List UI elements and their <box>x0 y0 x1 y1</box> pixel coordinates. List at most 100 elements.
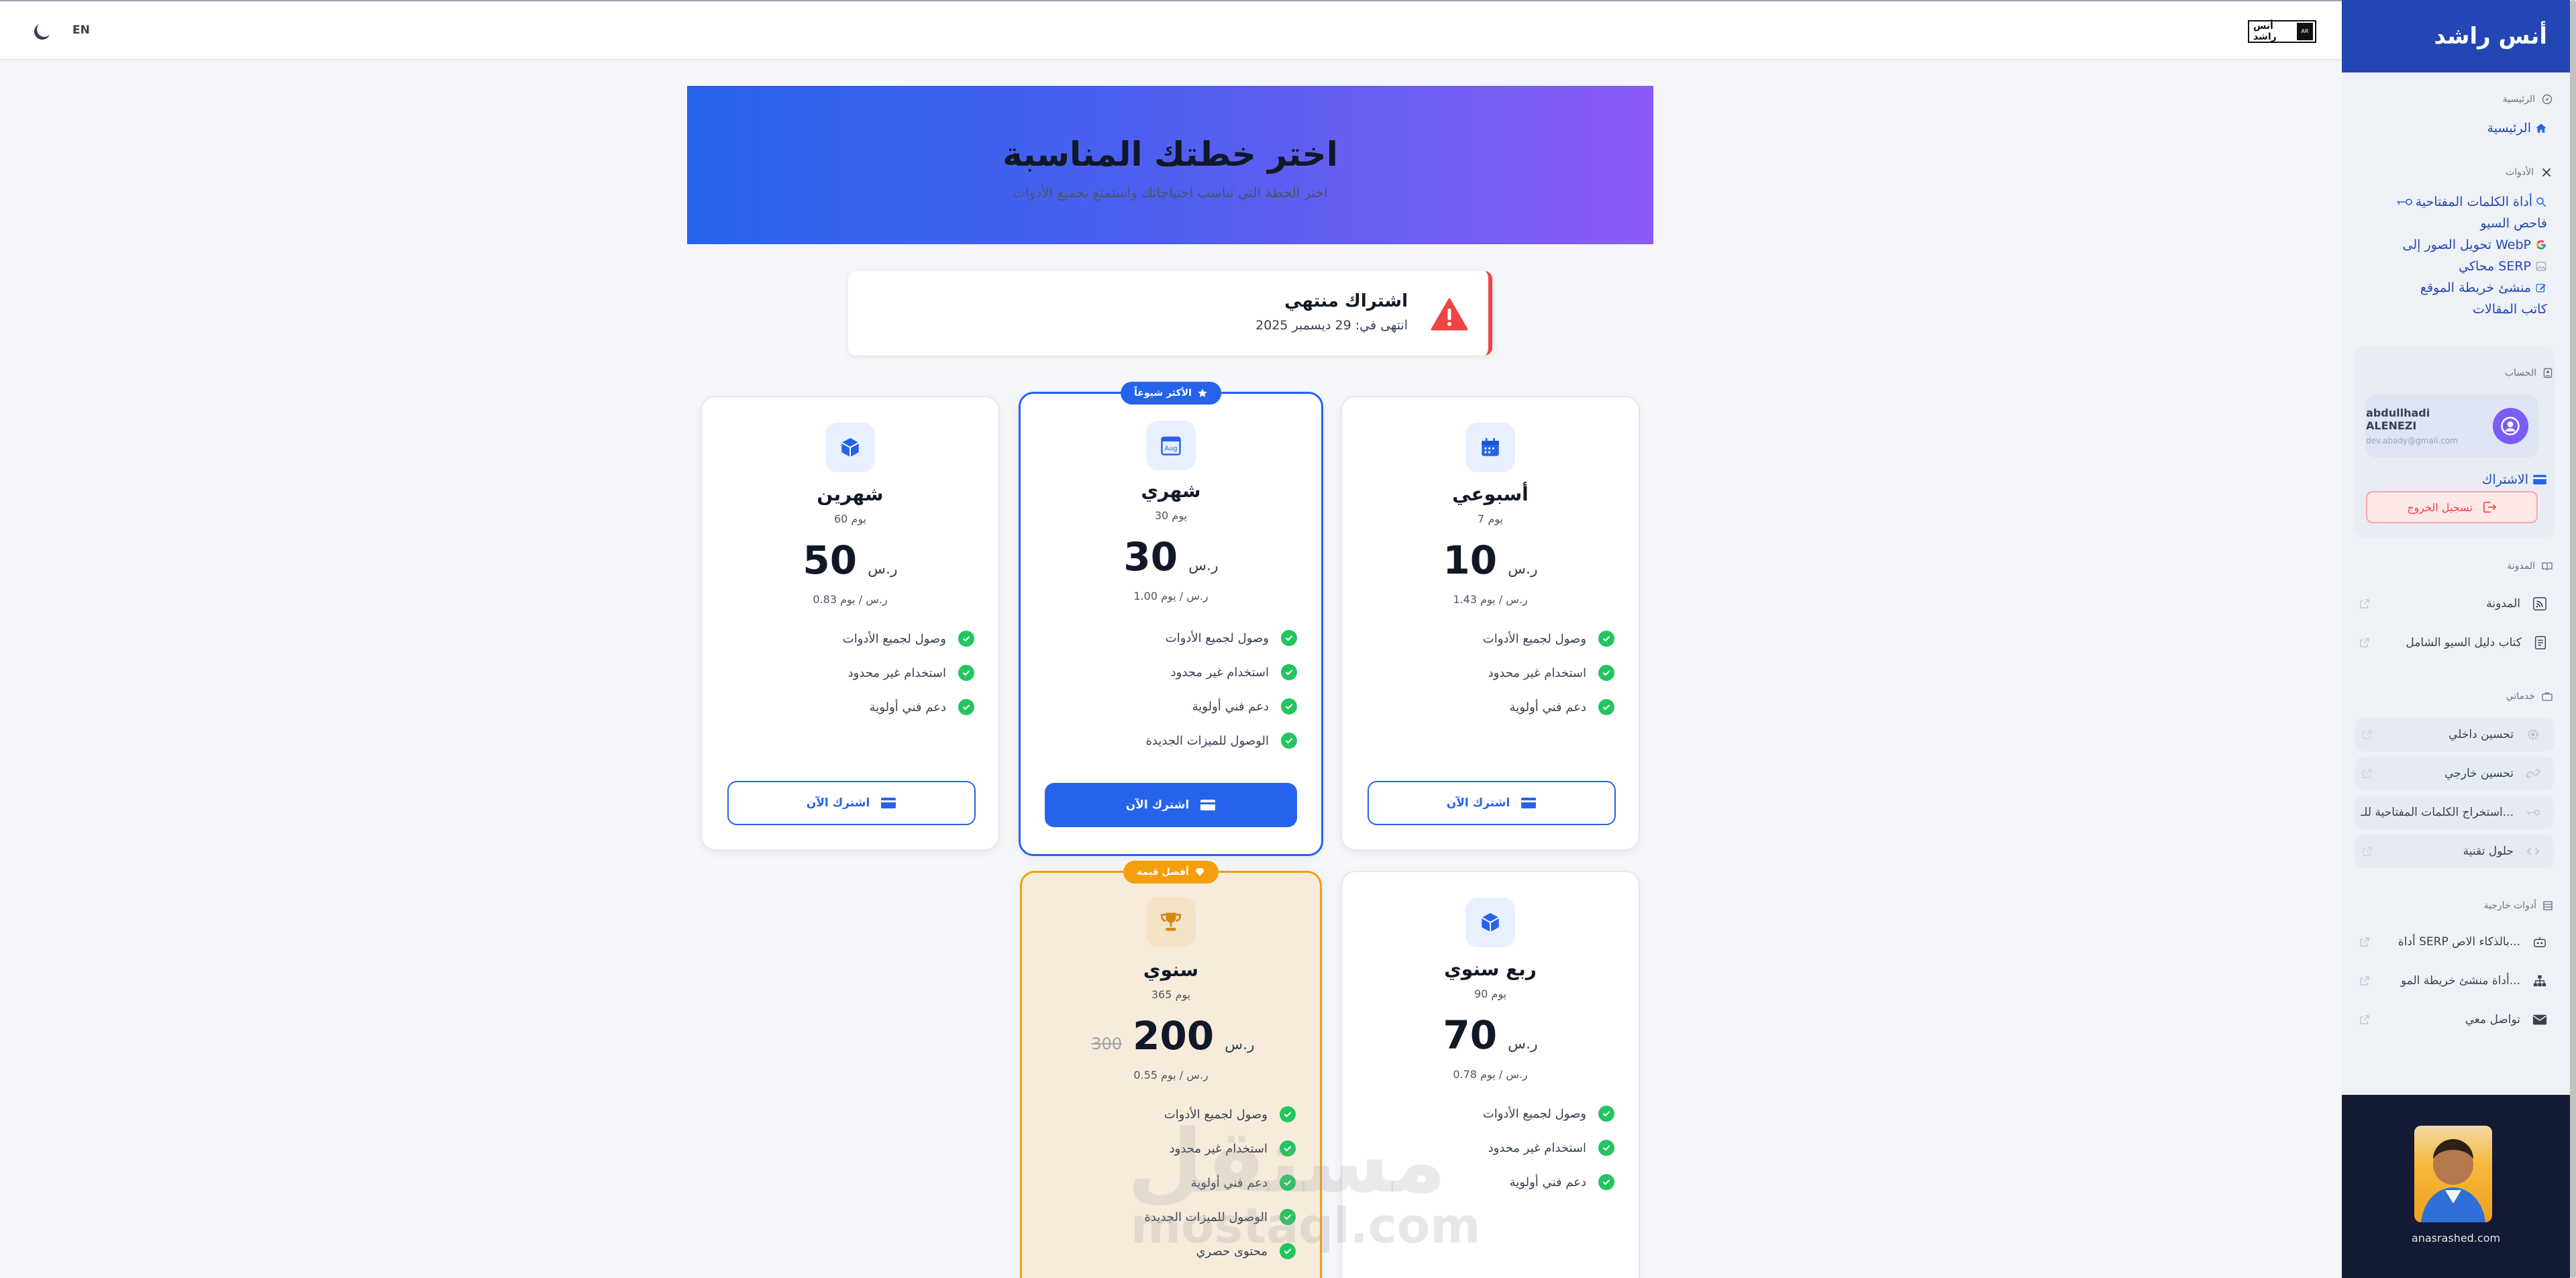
language-switch[interactable]: EN <box>72 23 90 37</box>
check-icon <box>958 665 974 681</box>
currency: ر.س <box>1225 1036 1255 1053</box>
plan-duration: 30 يوم <box>1154 509 1188 522</box>
feature-item: دعم فني أولوية <box>1510 699 1614 715</box>
plan-price: 50 ر.س <box>702 541 998 580</box>
link-icon <box>2526 769 2540 778</box>
check-icon <box>1281 733 1297 749</box>
page-title: اختر خطتك المناسبة <box>1002 135 1338 174</box>
price-value: 200 <box>1133 1013 1215 1059</box>
credit-card-icon <box>1521 798 1537 808</box>
scrollbar-thumb[interactable] <box>2570 0 2576 1278</box>
plan-card-monthly: الأكثر شيوعاً Aug شهري 30 يوم 30 ر.س 1.0… <box>1019 382 1323 856</box>
check-icon <box>1281 630 1297 646</box>
close-icon <box>2542 168 2551 177</box>
watermark-domain: mostaql.com <box>1131 1197 1481 1254</box>
external-link-icon <box>2360 976 2369 986</box>
briefcase-icon <box>2542 692 2553 701</box>
service-item-offpage[interactable]: تحسين خارجي <box>2355 757 2554 790</box>
sidebar-item-blog[interactable]: المدونة <box>2359 588 2547 620</box>
document-icon <box>2534 636 2546 649</box>
feature-item: استخدام غير محدود <box>1488 1140 1614 1156</box>
robot-icon <box>2534 937 2546 947</box>
rss-icon <box>2533 597 2546 610</box>
sidebar-item-subscription[interactable]: الاشتراك <box>2482 472 2547 487</box>
sidebar-item-seo-guide-book[interactable]: كتاب دليل السيو الشامل <box>2359 627 2547 659</box>
popular-badge: الأكثر شيوعاً <box>1121 382 1221 405</box>
edit-icon <box>2536 284 2546 292</box>
warning-icon <box>1431 298 1468 331</box>
sidebar: أنس راشد الرئيسية الرئيسية الأدوات أداة … <box>2342 0 2570 1278</box>
plan-duration: 7 يوم <box>1478 513 1503 525</box>
sidebar-item-seo-checker[interactable]: فاحص السيو <box>2481 216 2548 231</box>
author-photo[interactable] <box>2414 1126 2492 1222</box>
feature-list: وصول لجميع الأدوات استخدام غير محدود دعم… <box>843 631 974 715</box>
dark-mode-toggle-moon-icon[interactable] <box>30 20 54 44</box>
plan-card-weekly: أسبوعي 7 يوم 10 ر.س 1.43 ر.س / يوم وصول … <box>1341 396 1640 851</box>
sidebar-item-serp-simulator[interactable]: محاكي SERP <box>2459 259 2547 274</box>
sidebar-header: أنس راشد <box>2342 0 2570 72</box>
external-link-icon <box>2360 599 2369 608</box>
plan-duration: 90 يوم <box>1474 988 1507 1000</box>
credit-card-icon <box>1200 800 1216 810</box>
external-link-icon <box>2363 847 2372 856</box>
author-panel: anasrashed.com <box>2342 1095 2570 1278</box>
subscribe-button-weekly[interactable]: اشترك الآن <box>1368 781 1616 825</box>
price-value: 70 <box>1443 1012 1498 1058</box>
section-external-tools: أدوات خارجية <box>2484 900 2553 911</box>
check-icon <box>1598 699 1614 715</box>
home-icon <box>2536 123 2546 133</box>
check-icon <box>1598 1106 1614 1122</box>
user-card[interactable]: abdullhadi ALENEZI dev.abady@gmail.com <box>2366 394 2538 458</box>
service-item-technical-solutions[interactable]: حلول تقنية <box>2355 835 2554 868</box>
section-account: الحساب <box>2505 368 2553 378</box>
feature-item: دعم فني أولوية <box>1510 1174 1614 1190</box>
feature-item: استخدام غير محدود <box>848 665 974 681</box>
section-services: خدماتي <box>2506 691 2553 702</box>
subscribe-button-bimonthly[interactable]: اشترك الآن <box>727 781 976 825</box>
sidebar-brand[interactable]: أنس راشد <box>2434 23 2547 50</box>
sidebar-item-webp-converter[interactable]: تحويل الصور إلى WebP <box>2403 237 2548 252</box>
google-icon <box>2536 240 2546 250</box>
subscribe-button-monthly[interactable]: اشترك الآن <box>1045 783 1297 827</box>
star-icon <box>1198 388 1207 398</box>
logo-mark: AR <box>2296 23 2313 40</box>
price-per-day: 0.78 ر.س / يوم <box>1453 1068 1528 1081</box>
author-site-caption[interactable]: anasrashed.com <box>2342 1232 2570 1244</box>
avatar <box>2492 408 2528 444</box>
credit-card-icon <box>2533 474 2546 485</box>
external-tool-serp-ai[interactable]: أداة SERP بالذكاء الاص... <box>2359 926 2547 958</box>
image-icon <box>2536 262 2546 271</box>
site-logo[interactable]: أنس راشد AR <box>2248 20 2316 43</box>
book-icon <box>2542 562 2553 571</box>
feature-item: دعم فني أولوية <box>870 699 974 715</box>
service-item-keyword-extraction[interactable]: استخراج الكلمات المفتاحية للـ... <box>2355 796 2554 829</box>
external-tool-contact[interactable]: تواصل معي <box>2359 1004 2547 1036</box>
feature-item: وصول لجميع الأدوات <box>1483 1106 1614 1122</box>
currency: ر.س <box>868 561 898 578</box>
pricing-hero: اختر خطتك المناسبة اختر الخطة التي تناسب… <box>687 86 1653 244</box>
external-tool-sitemap[interactable]: أداة منشئ خريطة المو... <box>2359 965 2547 997</box>
check-icon <box>1598 631 1614 647</box>
sidebar-item-article-writer[interactable]: كاتب المقالات <box>2473 302 2547 317</box>
sitemap-icon <box>2533 975 2546 987</box>
sidebar-scrollbar[interactable] <box>2570 0 2576 1278</box>
old-price: 300 <box>1091 1034 1123 1053</box>
plan-card-bimonthly: شهرين 60 يوم 50 ر.س 0.83 ر.س / يوم وصول … <box>701 396 1000 851</box>
key-icon <box>2526 809 2540 816</box>
alert-title: اشتراك منتهي <box>1284 291 1408 311</box>
section-blog: المدونة <box>2507 561 2553 572</box>
sidebar-item-sitemap-generator[interactable]: منشئ خريطة الموقع <box>2420 280 2547 295</box>
check-icon <box>1281 698 1297 714</box>
currency: ر.س <box>1508 561 1538 578</box>
price-value: 50 <box>803 537 858 583</box>
expired-subscription-alert: اشتراك منتهي انتهى في: 29 ديسمبر 2025 <box>848 271 1492 356</box>
logout-button[interactable]: تسجيل الخروج <box>2366 491 2538 523</box>
feature-item: وصول لجميع الأدوات <box>1166 630 1297 646</box>
plan-duration: 365 يوم <box>1151 988 1191 1001</box>
external-link-icon <box>2360 638 2369 647</box>
check-icon <box>958 699 974 715</box>
logo-text: أنس راشد <box>2253 21 2277 42</box>
service-item-onpage[interactable]: تحسين داخلي <box>2355 718 2554 751</box>
sidebar-item-home[interactable]: الرئيسية <box>2487 121 2547 136</box>
sidebar-item-keyword-tool[interactable]: أداة الكلمات المفتاحية <box>2395 195 2547 209</box>
